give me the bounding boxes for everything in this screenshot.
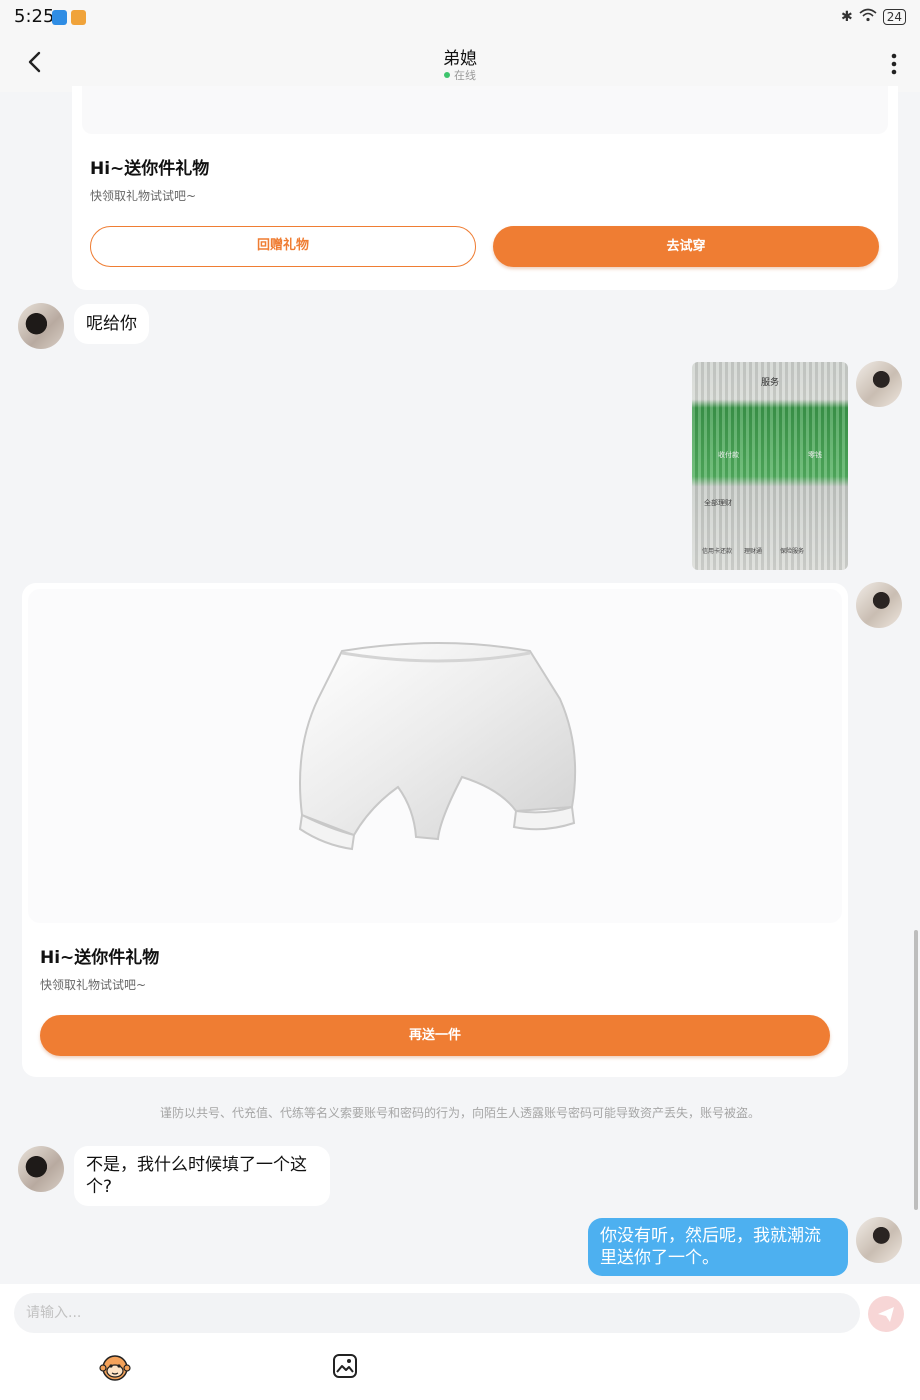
send-icon[interactable]	[868, 1296, 904, 1332]
my-avatar[interactable]	[856, 1217, 902, 1263]
status-time: 5:25	[14, 6, 55, 27]
gift-image-area	[82, 86, 888, 134]
my-avatar[interactable]	[856, 361, 902, 407]
chat-header: 弟媳 在线	[0, 36, 920, 92]
cloud-app-icon	[52, 10, 67, 25]
online-status-label: 在线	[454, 69, 476, 82]
my-avatar[interactable]	[856, 582, 902, 628]
screenshot-label: 零钱	[808, 451, 822, 459]
message-input[interactable]	[14, 1293, 860, 1333]
input-bar	[0, 1284, 920, 1400]
security-notice: 谨防以共号、代充值、代练等名义索要账号和密码的行为，向陌生人透露账号密码可能导致…	[159, 1106, 760, 1120]
contact-avatar[interactable]	[18, 1146, 64, 1192]
screenshot-image[interactable]: 服务 收付款 零钱 全部理财 信用卡还款 理财通 保险服务	[692, 362, 848, 570]
bloomers-image	[298, 642, 577, 851]
gift-card-title: Hi~送你件礼物	[40, 948, 160, 968]
game-app-icon	[71, 10, 86, 25]
gift-image-area	[28, 589, 842, 923]
screenshot-label: 理财通	[744, 548, 763, 555]
contact-avatar[interactable]	[18, 303, 64, 349]
return-gift-button[interactable]: 回赠礼物	[90, 226, 476, 267]
screenshot-label: 保险服务	[780, 548, 805, 555]
screenshot-moire	[692, 362, 848, 570]
status-indicators: ✱ 24	[841, 8, 906, 26]
more-vertical-icon[interactable]	[882, 50, 906, 78]
message-bubble[interactable]: 不是，我什么时候填了一个这个?	[74, 1146, 330, 1206]
bluetooth-icon: ✱	[840, 9, 853, 25]
gift-card[interactable]: Hi~送你件礼物 快领取礼物试试吧~ 再送一件	[22, 583, 848, 1077]
message-bubble[interactable]: 呢给你	[74, 304, 149, 344]
try-on-button[interactable]: 去试穿	[493, 226, 879, 267]
message-bubble[interactable]: 你没有听，然后呢，我就潮流里送你了一个。	[588, 1218, 848, 1276]
screenshot-title: 服务	[760, 378, 779, 388]
online-status: 在线	[0, 67, 920, 83]
screenshot-label: 收付款	[718, 451, 739, 459]
screenshot-label: 全部理财	[704, 499, 732, 507]
monkey-sticker-icon[interactable]	[98, 1350, 132, 1384]
screenshot-label: 信用卡还款	[702, 548, 733, 555]
scrollbar[interactable]	[914, 930, 918, 1210]
contact-name: 弟媳	[443, 49, 477, 69]
send-again-button[interactable]: 再送一件	[40, 1015, 830, 1056]
gift-card[interactable]: Hi~送你件礼物 快领取礼物试试吧~ 回赠礼物 去试穿	[72, 86, 898, 290]
image-icon[interactable]	[331, 1352, 359, 1380]
gift-card-subtitle: 快领取礼物试试吧~	[90, 189, 197, 203]
wifi-icon	[859, 8, 877, 26]
status-bar: 5:25 ✱ 24	[0, 0, 920, 36]
gift-card-subtitle: 快领取礼物试试吧~	[40, 978, 147, 992]
online-dot-icon	[444, 72, 450, 78]
gift-card-title: Hi~送你件礼物	[90, 159, 210, 179]
battery-indicator: 24	[882, 9, 906, 25]
